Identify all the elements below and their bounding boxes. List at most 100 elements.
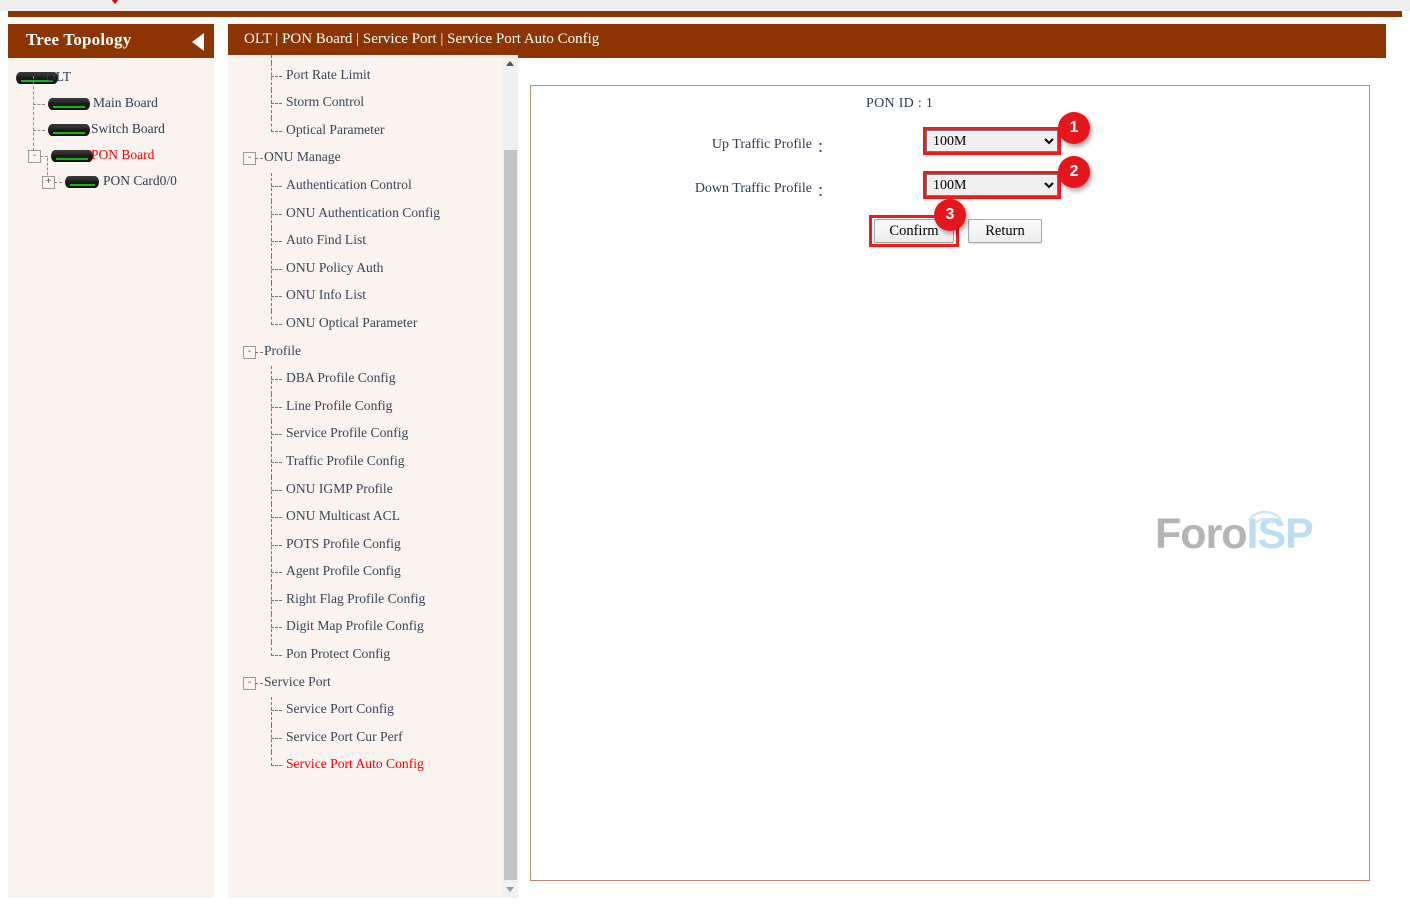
menu-item-traffic-profile-config[interactable]: Traffic Profile Config: [228, 448, 500, 477]
tree-connector: [54, 182, 62, 183]
menu-connector: [271, 310, 272, 325]
menu-connector: [271, 655, 282, 657]
app-window: Tree Topology OLT Main Board Switch Boar…: [0, 0, 1410, 909]
content-header-bar: OLT | PON Board | Service Port | Service…: [228, 24, 1386, 58]
menu-connector: [271, 434, 282, 436]
watermark-logo: ForoISP: [1155, 510, 1321, 562]
down-traffic-colon: ：: [817, 185, 831, 200]
annotation-badge-1: 1: [1058, 112, 1090, 144]
tree-node-switch-board[interactable]: Switch Board: [8, 118, 214, 144]
menu-connector: [271, 489, 282, 491]
menu-connector: [271, 379, 282, 381]
menu-item-onu-manage[interactable]: - ONU Manage: [228, 145, 500, 173]
menu-item-agent-profile-config[interactable]: Agent Profile Config: [228, 559, 500, 587]
menu-connector: [271, 241, 282, 243]
tree-topology-title: Tree Topology: [26, 30, 132, 49]
tree-node-label: Main Board: [93, 95, 158, 110]
scroll-up-arrow-icon[interactable]: [503, 55, 518, 71]
menu-item-label: Pon Protect Config: [286, 646, 391, 662]
menu-item-label: Service Profile Config: [286, 425, 409, 441]
highlight-box-1: [923, 127, 1061, 155]
menu-item-onu-optical-parameter[interactable]: ONU Optical Parameter: [228, 310, 500, 339]
tree-connector: [33, 104, 45, 105]
tree-node-label: Switch Board: [91, 121, 165, 136]
menu-item-authentication-control[interactable]: Authentication Control: [228, 172, 500, 201]
menu-item-service-port-cur-perf[interactable]: Service Port Cur Perf: [228, 724, 500, 753]
menu-connector: [271, 572, 282, 574]
menu-item-onu-info-list[interactable]: ONU Info List: [228, 283, 500, 311]
breadcrumb: OLT | PON Board | Service Port | Service…: [244, 31, 600, 47]
menu-connector: [271, 296, 282, 298]
tree-node-pon-card00[interactable]: + PON Card0/0: [8, 170, 214, 196]
menu-connector: [271, 752, 272, 767]
tree-node-pon-board[interactable]: - PON Board: [8, 144, 214, 170]
menu-item-onu-policy-auth[interactable]: ONU Policy Auth: [228, 255, 500, 284]
tree-node-label: OLT: [46, 69, 72, 84]
up-traffic-profile-row: Up Traffic Profile ： 100M 1: [531, 112, 1369, 168]
menu-item-auto-find-list[interactable]: Auto Find List: [228, 228, 500, 256]
menu-item-service-port-config[interactable]: Service Port Config: [228, 697, 500, 725]
menu-item-service-port-auto-config[interactable]: Service Port Auto Config: [228, 752, 500, 780]
menu-connector: [271, 642, 272, 657]
menu-item-label: POTS Profile Config: [286, 535, 401, 551]
menu-item-label: Profile: [264, 342, 301, 358]
menu-connector: [271, 737, 282, 739]
menu-item-onu-igmp-profile[interactable]: ONU IGMP Profile: [228, 476, 500, 505]
menu-item-label: Optical Parameter: [286, 121, 385, 137]
device-icon: [48, 98, 90, 110]
tree-node-main-board[interactable]: Main Board: [8, 92, 214, 118]
menu-connector: [271, 765, 282, 767]
menu-item-optical-parameter[interactable]: Optical Parameter: [228, 117, 500, 146]
form-buttons-row: Confirm Return 3: [531, 199, 1369, 256]
menu-item-storm-control[interactable]: Storm Control: [228, 90, 500, 118]
menu-item-label: Authentication Control: [286, 176, 412, 192]
menu-connector: [271, 55, 272, 63]
menu-item-label: Traffic Profile Config: [286, 452, 405, 468]
menu-item-onu-authentication-config[interactable]: ONU Authentication Config: [228, 200, 500, 229]
menu-item-label: ONU Optical Parameter: [286, 314, 418, 330]
watermark-text: ForoISP: [1155, 510, 1314, 559]
menu-connector: [271, 323, 282, 325]
device-icon: [51, 150, 93, 162]
menu-item-label: Line Profile Config: [286, 397, 393, 413]
menu-item-label: Port Rate Limit: [286, 66, 371, 82]
menu-connector: [271, 75, 282, 77]
top-strip: [0, 0, 1410, 11]
menu-connector: [271, 599, 282, 601]
menu-item-label: DBA Profile Config: [286, 370, 396, 386]
menu-item-pon-protect-config[interactable]: Pon Protect Config: [228, 642, 500, 670]
wifi-arcs-icon: [1248, 510, 1282, 524]
menu-scrollbar[interactable]: [503, 55, 518, 898]
menu-item-service-profile-config[interactable]: Service Profile Config: [228, 421, 500, 449]
menu-item-port-extend-config[interactable]: Port Extend Config: [228, 55, 500, 63]
menu-item-label: Storm Control: [286, 94, 365, 110]
menu-item-label: ONU Manage: [264, 149, 341, 165]
return-button[interactable]: Return: [968, 219, 1042, 243]
menu-connector: [271, 117, 272, 132]
menu-item-label: Service Port Auto Config: [286, 756, 424, 772]
menu-item-service-port[interactable]: - Service Port: [228, 670, 500, 698]
menu-connector: [271, 627, 282, 629]
scroll-down-arrow-icon[interactable]: [503, 882, 518, 898]
menu-item-port-rate-limit[interactable]: Port Rate Limit: [228, 62, 500, 91]
device-icon: [48, 124, 90, 136]
menu-connector: [271, 406, 282, 408]
menu-item-label: ONU Info List: [286, 287, 367, 303]
menu-item-line-profile-config[interactable]: Line Profile Config: [228, 393, 500, 422]
tree-node-olt[interactable]: OLT: [8, 66, 214, 92]
menu-item-dba-profile-config[interactable]: DBA Profile Config: [228, 366, 500, 394]
tree-node-label: PON Board: [91, 147, 155, 162]
menu-item-digit-map-profile-config[interactable]: Digit Map Profile Config: [228, 614, 500, 643]
menu-item-onu-multicast-acl[interactable]: ONU Multicast ACL: [228, 504, 500, 532]
tree-node-label: PON Card0/0: [103, 173, 177, 188]
menu-item-right-flag-profile-config[interactable]: Right Flag Profile Config: [228, 586, 500, 615]
menu-item-label: ONU Multicast ACL: [286, 508, 401, 524]
red-triangle-marker-icon: [104, 0, 126, 4]
menu-item-pots-profile-config[interactable]: POTS Profile Config: [228, 531, 500, 560]
collapse-panel-arrow-icon[interactable]: [192, 33, 204, 51]
form-card: PON ID : 1 Up Traffic Profile ： 100M 1 D…: [530, 85, 1370, 881]
menu-connector: [271, 710, 282, 712]
menu-item-profile[interactable]: - Profile: [228, 339, 500, 367]
scrollbar-thumb[interactable]: [504, 150, 517, 880]
menu-item-label: Digit Map Profile Config: [286, 618, 424, 634]
